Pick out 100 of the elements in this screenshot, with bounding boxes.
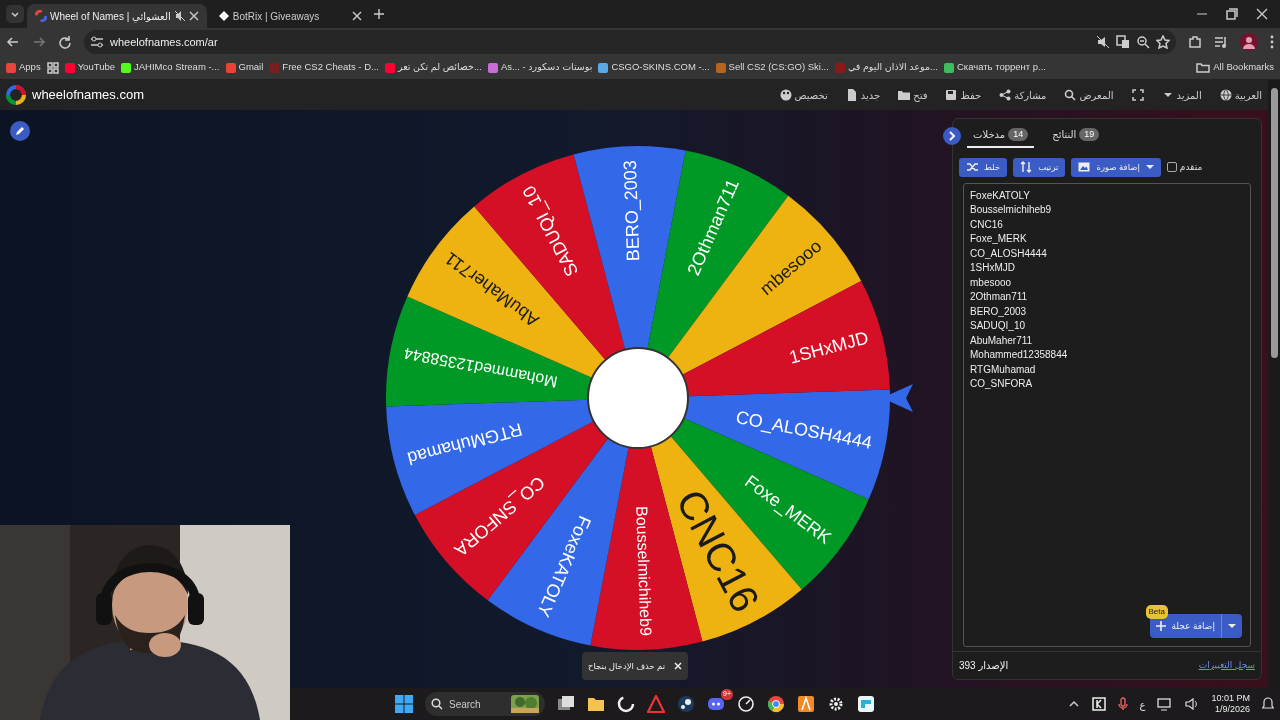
bookmark[interactable]: JAHIMco Stream -... <box>121 60 220 75</box>
scrollbar[interactable] <box>1268 80 1280 688</box>
bookmark[interactable]: Sell CS2 (CS:GO) Ski... <box>715 60 829 75</box>
muted-speaker-icon[interactable] <box>173 10 186 22</box>
muted-speaker-icon[interactable] <box>1096 35 1110 49</box>
bookmark[interactable]: Apps <box>6 60 41 75</box>
entry-text: AbuMaher711 <box>970 333 1033 348</box>
collapse-button[interactable] <box>943 126 961 145</box>
chat-icon[interactable] <box>707 695 725 713</box>
add-wheel-button[interactable]: إضافة عجلة <box>1149 613 1242 638</box>
peak-app-icon[interactable] <box>797 695 815 713</box>
toolbar-button[interactable]: خلط <box>959 158 1008 177</box>
bookmark[interactable]: Free CS2 Cheats - D... <box>269 60 379 75</box>
nav-button[interactable]: العربية <box>1219 87 1262 103</box>
all-bookmarks-button[interactable]: All Bookmarks <box>1196 60 1274 75</box>
clock-date[interactable]: 1/9/2026 <box>1211 704 1250 715</box>
nav-button[interactable]: تخصيص <box>779 87 828 103</box>
language-indicator[interactable]: ع <box>1139 696 1146 712</box>
palette-icon <box>779 89 792 101</box>
steam-icon[interactable] <box>677 695 695 713</box>
bell-icon[interactable] <box>1262 697 1274 711</box>
nav-button[interactable]: فتح <box>898 87 928 103</box>
favicon-icon <box>217 10 230 22</box>
address-text: wheelofnames.com/ar <box>110 34 219 50</box>
logo[interactable]: wheelofnames.com <box>6 85 144 105</box>
forward-icon[interactable] <box>32 35 46 49</box>
tab-groups-icon[interactable] <box>46 61 59 74</box>
close-icon[interactable] <box>1256 8 1268 20</box>
wheel-hub[interactable] <box>587 347 689 449</box>
windows-start-icon[interactable] <box>395 695 413 713</box>
nav-button[interactable]: المعرض <box>1064 87 1114 103</box>
speaker-icon[interactable] <box>1185 697 1200 711</box>
changelog-link[interactable]: سجل التغييرات <box>1198 658 1255 673</box>
triangle-icon[interactable] <box>647 695 665 713</box>
nav-button[interactable]: المزيد <box>1161 87 1202 103</box>
search-field[interactable]: Search <box>425 692 545 716</box>
toolbar-button[interactable]: ترتيب <box>1013 158 1066 177</box>
browser-tab[interactable]: Wheel of Names | العشوائي <box>27 4 207 28</box>
favicon-icon <box>35 10 47 22</box>
fullscreen-icon[interactable] <box>1131 89 1144 101</box>
site-settings-icon[interactable] <box>90 36 104 48</box>
star-icon[interactable] <box>1156 35 1170 49</box>
microphone-icon[interactable] <box>1117 697 1128 711</box>
entry-text: CO_ALOSH4444 <box>970 246 1047 261</box>
toast-message: تم حذف الإدخال بنجاح <box>588 659 666 673</box>
close-icon[interactable] <box>351 11 362 21</box>
task-view-icon[interactable] <box>557 695 575 713</box>
nav-button[interactable]: حفظ <box>945 87 982 103</box>
bookmark[interactable]: موعد الاذان اليوم في... <box>834 60 938 75</box>
bookmark[interactable]: As... - بوستات دسكورد <box>487 60 593 75</box>
new-tab-icon[interactable] <box>372 8 385 20</box>
restore-icon[interactable] <box>1226 8 1238 20</box>
tab-title: Wheel of Names | العشوائي <box>50 9 171 24</box>
file-icon <box>845 89 858 101</box>
beta-badge: Beta <box>1145 604 1168 620</box>
nav-button[interactable]: جديد <box>845 87 881 103</box>
k-shape-icon[interactable] <box>1091 697 1106 711</box>
media-icon[interactable] <box>1214 35 1228 49</box>
extensions-icon[interactable] <box>1188 35 1202 49</box>
count-badge: 14 <box>1008 127 1029 142</box>
nav-button[interactable]: مشاركة <box>999 87 1047 103</box>
landscape-icon <box>511 695 539 713</box>
back-icon[interactable] <box>6 35 20 49</box>
plus-icon <box>1155 620 1166 631</box>
address-bar[interactable]: wheelofnames.com/ar <box>84 30 1176 54</box>
gear-icon[interactable] <box>827 695 845 713</box>
clock-time[interactable]: 10:01 PM <box>1211 693 1250 704</box>
network-icon[interactable] <box>1157 697 1174 711</box>
bookmark[interactable]: CSGO-SKINS.COM -... <box>598 60 710 75</box>
checkbox-label: متقدم <box>1179 160 1203 174</box>
search-icon <box>1064 89 1077 101</box>
translate-icon[interactable] <box>1116 35 1130 49</box>
share-icon <box>999 89 1012 101</box>
bookmark[interactable]: Скачать торрент р... <box>943 60 1046 75</box>
bookmark[interactable]: Gmail <box>225 60 264 75</box>
bookmark[interactable]: YouTube <box>64 60 115 75</box>
folder-icon[interactable] <box>587 695 605 713</box>
checkbox[interactable] <box>1166 162 1177 173</box>
shuffle-icon <box>966 161 978 174</box>
search-icon <box>431 698 443 710</box>
browser-tab[interactable]: BotRix | Giveaways <box>209 4 370 28</box>
menu-icon[interactable] <box>1270 35 1274 49</box>
entry-text: RTGMuhamad <box>970 362 1036 377</box>
browser-icon[interactable] <box>767 695 785 713</box>
entry-text: BERO_2003 <box>970 304 1027 319</box>
bookmark[interactable]: خصائص لم تكن تعر... <box>384 60 482 75</box>
caret-icon <box>1145 164 1154 171</box>
globe-icon <box>1219 89 1232 101</box>
reload-icon[interactable] <box>58 35 72 49</box>
avatar-icon[interactable] <box>1240 33 1258 51</box>
pencil-icon <box>15 126 25 136</box>
toolbar-button[interactable]: إضافة صورة <box>1071 158 1161 177</box>
circle-app-icon[interactable] <box>617 695 635 713</box>
dial-icon[interactable] <box>737 695 755 713</box>
tile-app-icon[interactable] <box>857 695 875 713</box>
tab-label: مدخلات <box>973 128 1006 142</box>
close-icon[interactable] <box>188 11 199 21</box>
edit-button[interactable] <box>10 121 30 141</box>
tab-list-button[interactable] <box>6 5 24 23</box>
zoom-icon[interactable] <box>1136 35 1150 49</box>
